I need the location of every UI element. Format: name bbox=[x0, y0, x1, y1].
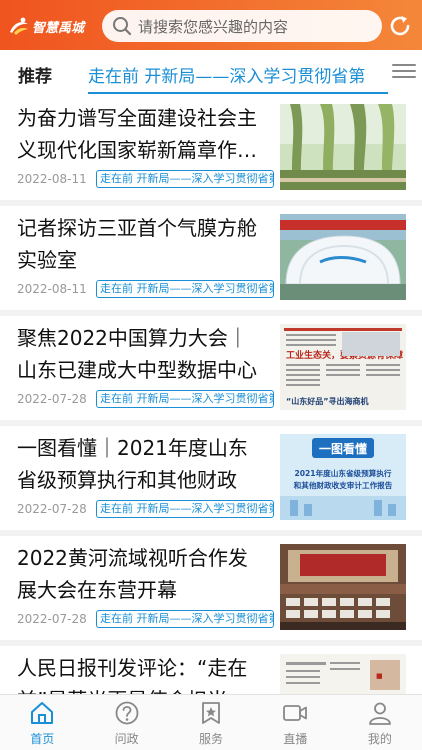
news-thumbnail bbox=[280, 214, 406, 300]
willow-park-image bbox=[280, 104, 406, 190]
tab-service[interactable]: 服务 bbox=[169, 695, 253, 750]
news-topic-tag[interactable]: 走在前 开新局——深入学习贯彻省第 bbox=[96, 280, 274, 298]
news-thumbnail bbox=[280, 104, 406, 190]
news-item[interactable]: 一图看懂｜2021年度山东省级预算执行和其他财政收… 2022-07-28 走在… bbox=[0, 426, 422, 530]
news-title: 聚焦2022中国算力大会｜山东已建成大中型数据中心4… bbox=[17, 326, 257, 382]
news-date: 2022-08-11 bbox=[17, 282, 87, 296]
news-item[interactable]: 记者探访三亚首个气膜方舱实验室 2022-08-11 走在前 开新局——深入学习… bbox=[0, 206, 422, 310]
tab-live[interactable]: 直播 bbox=[253, 695, 337, 750]
newspaper-subheadline: “山东好品”寻出海商机 bbox=[286, 396, 369, 406]
news-thumbnail: 一图看懂 2021年度山东省级预算执行 和其他财政收支审计工作报告 bbox=[280, 434, 406, 520]
search-bar[interactable]: 请搜索您感兴趣的内容 bbox=[102, 10, 382, 42]
news-item[interactable]: 聚焦2022中国算力大会｜山东已建成大中型数据中心4… 2022-07-28 走… bbox=[0, 316, 422, 420]
newspaper-page-image: 工业生态关，要素资源有保障 “山东好品”寻出海商机 bbox=[280, 324, 406, 410]
conference-hall-image bbox=[280, 544, 406, 630]
logo-text: 智慧禹城 bbox=[32, 20, 85, 36]
channel-tab-recommend[interactable]: 推荐 bbox=[18, 62, 52, 87]
bookmark-star-icon bbox=[202, 702, 220, 724]
tab-label: 问政 bbox=[114, 732, 139, 746]
news-title: 为奋力谱写全面建设社会主义现代化国家崭新篇章作… bbox=[17, 106, 257, 162]
newspaper-page-2-image: ■ bbox=[280, 654, 406, 694]
news-thumbnail bbox=[280, 544, 406, 630]
tab-label: 服务 bbox=[199, 732, 224, 746]
news-item[interactable]: 为奋力谱写全面建设社会主义现代化国家崭新篇章作… 2022-08-11 走在前 … bbox=[0, 96, 422, 200]
news-topic-tag[interactable]: 走在前 开新局——深入学习贯彻省第 bbox=[96, 390, 274, 408]
air-dome-lab-image bbox=[280, 214, 406, 300]
question-icon bbox=[115, 701, 139, 725]
news-topic-tag[interactable]: 走在前 开新局——深入学习贯彻省第 bbox=[96, 170, 274, 188]
news-date: 2022-07-28 bbox=[17, 392, 87, 406]
tab-label: 首页 bbox=[30, 732, 55, 746]
news-date: 2022-08-11 bbox=[17, 172, 87, 186]
news-title: 2022黄河流域视听合作发展大会在东营开幕 bbox=[17, 546, 248, 602]
infographic-heading: 一图看懂 bbox=[319, 441, 367, 456]
svg-text:■: ■ bbox=[376, 672, 383, 680]
news-list[interactable]: 为奋力谱写全面建设社会主义现代化国家崭新篇章作… 2022-08-11 走在前 … bbox=[0, 96, 422, 694]
channel-active-underline bbox=[88, 92, 388, 94]
infographic-image: 一图看懂 2021年度山东省级预算执行 和其他财政收支审计工作报告 bbox=[280, 434, 406, 520]
app-logo: 智慧禹城 bbox=[8, 13, 94, 39]
video-camera-icon bbox=[283, 705, 308, 721]
news-thumbnail: 工业生态关，要素资源有保障 “山东好品”寻出海商机 bbox=[280, 324, 406, 410]
tab-label: 直播 bbox=[283, 732, 308, 746]
search-icon bbox=[113, 17, 132, 36]
news-topic-tag[interactable]: 走在前 开新局——深入学习贯彻省第 bbox=[96, 500, 274, 518]
news-date: 2022-07-28 bbox=[17, 502, 87, 516]
home-icon bbox=[31, 702, 54, 724]
news-thumbnail: ■ bbox=[280, 654, 406, 694]
news-topic-tag[interactable]: 走在前 开新局——深入学习贯彻省第 bbox=[96, 610, 274, 628]
refresh-icon[interactable] bbox=[388, 14, 412, 38]
news-item[interactable]: 2022黄河流域视听合作发展大会在东营开幕 2022-07-28 走在前 开新局… bbox=[0, 536, 422, 640]
user-icon bbox=[368, 702, 391, 725]
channel-bar: 推荐 走在前 开新局——深入学习贯彻省第 bbox=[0, 50, 422, 96]
top-header: 智慧禹城 请搜索您感兴趣的内容 bbox=[0, 0, 422, 50]
search-placeholder: 请搜索您感兴趣的内容 bbox=[138, 17, 289, 36]
tab-mine[interactable]: 我的 bbox=[338, 695, 422, 750]
tab-wenzheng[interactable]: 问政 bbox=[84, 695, 168, 750]
channel-tab-active[interactable]: 走在前 开新局——深入学习贯彻省第 bbox=[88, 62, 388, 88]
news-title: 人民日报刊发评论：“走在前”是芦光更是使命担当 bbox=[17, 656, 248, 694]
news-date: 2022-07-28 bbox=[17, 612, 87, 626]
tab-home[interactable]: 首页 bbox=[0, 695, 84, 750]
channel-menu-icon[interactable] bbox=[392, 60, 416, 84]
tab-label: 我的 bbox=[367, 732, 392, 746]
bottom-tab-bar: 首页 问政 服务 直播 我的 bbox=[0, 694, 422, 750]
infographic-line-2: 和其他财政收支审计工作报告 bbox=[293, 480, 393, 490]
news-title: 记者探访三亚首个气膜方舱实验室 bbox=[17, 216, 257, 272]
news-item[interactable]: 人民日报刊发评论：“走在前”是芦光更是使命担当 ■ bbox=[0, 646, 422, 694]
news-title: 一图看懂｜2021年度山东省级预算执行和其他财政收… bbox=[17, 436, 248, 492]
infographic-line-1: 2021年度山东省级预算执行 bbox=[294, 468, 391, 478]
logo-swoosh-icon bbox=[10, 17, 28, 35]
